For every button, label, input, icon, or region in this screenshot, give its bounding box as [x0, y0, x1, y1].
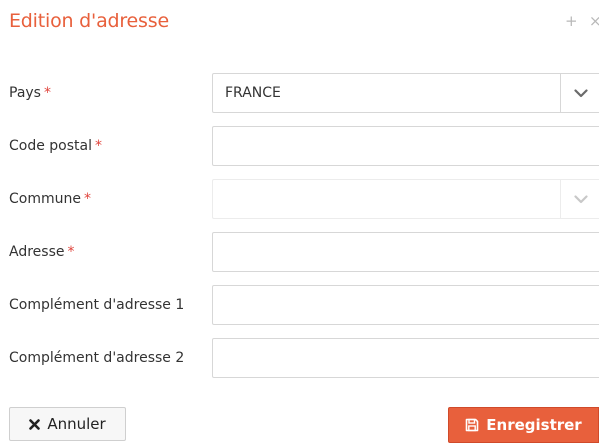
field-label-pays: Pays *: [9, 73, 51, 113]
commune-select[interactable]: [212, 179, 599, 219]
field-label-text: Pays: [9, 85, 41, 101]
form-row-complement-2: Complément d'adresse 2: [0, 338, 599, 378]
cancel-button[interactable]: Annuler: [9, 407, 126, 441]
select-toggle[interactable]: [560, 180, 599, 218]
field-label-code-postal: Code postal *: [9, 126, 102, 166]
complement-1-input[interactable]: [212, 285, 599, 325]
form-row-pays: Pays * FRANCE: [0, 73, 599, 113]
save-button-label: Enregistrer: [486, 416, 582, 434]
field-label-text: Commune: [9, 191, 81, 207]
dialog-title: Edition d'adresse: [9, 10, 169, 32]
chevron-down-icon: [574, 88, 588, 97]
field-label-text: Complément d'adresse 2: [9, 350, 185, 366]
field-label-adresse: Adresse *: [9, 232, 74, 272]
address-edit-dialog: Edition d'adresse + × Pays * FRANCE Code …: [0, 0, 599, 443]
complement-2-input[interactable]: [212, 338, 599, 378]
pays-select-value: FRANCE: [225, 85, 281, 101]
required-marker: *: [95, 138, 102, 154]
code-postal-input[interactable]: [212, 126, 599, 166]
floppy-disk-icon: [465, 418, 479, 432]
field-label-text: Complément d'adresse 1: [9, 297, 185, 313]
form-row-adresse: Adresse *: [0, 232, 599, 272]
expand-icon[interactable]: +: [565, 12, 578, 30]
required-marker: *: [67, 244, 75, 260]
dialog-title-actions: + ×: [565, 12, 599, 30]
chevron-down-icon: [574, 194, 588, 203]
form-row-complement-1: Complément d'adresse 1: [0, 285, 599, 325]
select-toggle[interactable]: [560, 74, 599, 112]
field-label-complement-1: Complément d'adresse 1: [9, 285, 184, 325]
field-label-text: Adresse: [9, 244, 65, 260]
times-icon: [29, 418, 41, 430]
form-row-code-postal: Code postal *: [0, 126, 599, 166]
adresse-input[interactable]: [212, 232, 599, 272]
save-button[interactable]: Enregistrer: [448, 407, 599, 443]
field-label-commune: Commune *: [9, 179, 91, 219]
cancel-button-label: Annuler: [47, 415, 106, 433]
field-label-complement-2: Complément d'adresse 2: [9, 338, 184, 378]
field-label-text: Code postal: [9, 138, 92, 154]
close-icon[interactable]: ×: [589, 12, 599, 30]
form-row-commune: Commune *: [0, 179, 599, 219]
pays-select[interactable]: FRANCE: [212, 73, 599, 113]
required-marker: *: [83, 191, 91, 207]
required-marker: *: [43, 85, 51, 101]
